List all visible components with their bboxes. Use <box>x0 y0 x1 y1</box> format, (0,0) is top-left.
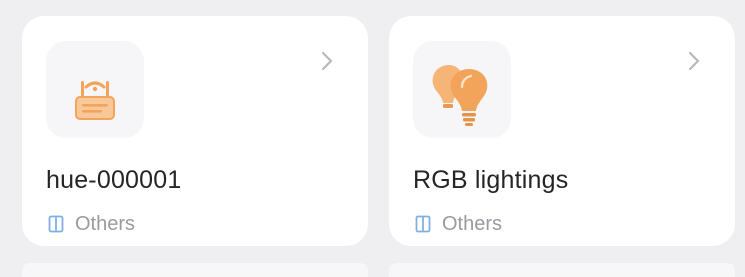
room-label: Others <box>75 212 136 235</box>
room-icon <box>415 215 431 233</box>
room-label: Others <box>442 212 503 235</box>
next-device-card-edge <box>22 263 368 277</box>
room-icon <box>48 215 64 233</box>
device-icon-tile <box>46 41 144 138</box>
lightbulbs-icon <box>432 65 488 126</box>
router-icon <box>75 81 115 120</box>
device-name: RGB lightings <box>413 166 569 194</box>
device-card-rgb-lightings[interactable]: RGB lightings Others <box>389 16 735 246</box>
device-icon-tile <box>413 41 511 138</box>
device-room: Others <box>48 212 135 236</box>
next-device-card-edge <box>389 263 735 277</box>
chevron-right-icon[interactable] <box>687 50 701 72</box>
device-name: hue-000001 <box>46 166 182 194</box>
device-card-hue-000001[interactable]: hue-000001 Others <box>22 16 368 246</box>
chevron-right-icon[interactable] <box>320 50 334 72</box>
device-room: Others <box>415 212 502 236</box>
